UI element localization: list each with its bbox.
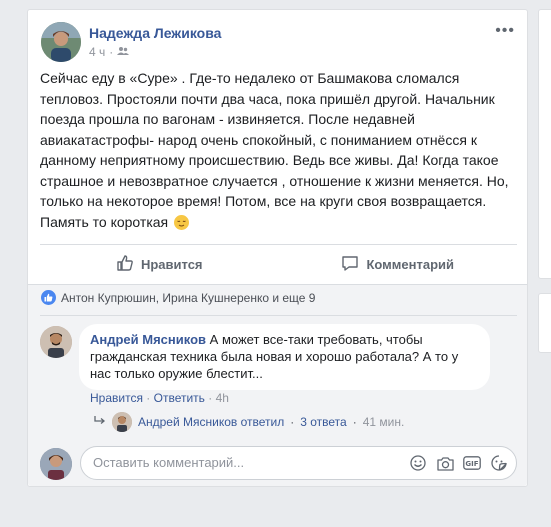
comment-time[interactable]: 4h <box>216 391 229 405</box>
comment-label: Комментарий <box>366 256 455 272</box>
post-author-name[interactable]: Надежда Лежикова <box>89 25 221 41</box>
actions-divider-top <box>40 244 517 245</box>
replies-summary[interactable]: Андрей Мясников ответил · 3 ответа · 41 … <box>94 412 404 432</box>
commenter-avatar[interactable] <box>40 326 72 358</box>
replier-avatar <box>112 412 132 432</box>
right-column-panel <box>538 9 551 279</box>
emoji-icon[interactable] <box>409 454 427 472</box>
replies-time: 41 мин. <box>362 415 405 429</box>
replies-dot-2: · <box>352 415 357 429</box>
camera-icon[interactable] <box>436 454 454 472</box>
post-options-icon[interactable]: ••• <box>495 22 515 40</box>
replies-author-text: Андрей Мясников ответил <box>138 415 285 429</box>
comment-like-link[interactable]: Нравится <box>90 391 143 405</box>
comment-author-name[interactable]: Андрей Мясников <box>90 332 206 347</box>
comment-composer[interactable]: GIF <box>80 446 517 480</box>
reactions-summary[interactable]: Антон Купрюшин, Ирина Кушнеренко и еще 9 <box>41 290 315 305</box>
comment-actions: Нравится · Ответить · 4h <box>90 391 229 405</box>
replies-count: 3 ответа <box>300 415 347 429</box>
friends-privacy-icon[interactable] <box>117 45 130 59</box>
post-actions-bar: Нравится Комментарий <box>40 248 517 280</box>
right-column-panel-2 <box>538 293 551 353</box>
gif-icon[interactable]: GIF <box>463 454 481 472</box>
replies-dot: · <box>290 415 295 429</box>
post-body: Сейчас еду в «Суре» . Где-то недалеко от… <box>40 68 518 232</box>
comment-reply-link[interactable]: Ответить <box>154 391 205 405</box>
comment-actions-dot: · <box>146 391 151 405</box>
post-text: Сейчас еду в «Суре» . Где-то недалеко от… <box>40 70 509 230</box>
reactions-divider <box>40 315 517 316</box>
author-avatar[interactable] <box>41 22 81 62</box>
comment-button[interactable]: Комментарий <box>279 248 518 280</box>
reply-arrow-icon <box>94 415 106 429</box>
composer-icons: GIF <box>409 454 508 472</box>
comment-input[interactable] <box>91 454 395 471</box>
comment-bubble-icon <box>341 254 359 275</box>
reactions-summary-text: Антон Купрюшин, Ирина Кушнеренко и еще 9 <box>61 290 316 305</box>
post-card: Надежда Лежикова 4 ч · ••• Сейчас еду в … <box>27 9 528 487</box>
comment-actions-dot-2: · <box>208 391 213 405</box>
comment-bubble: Андрей Мясников А может все-таки требова… <box>79 324 490 390</box>
current-user-avatar[interactable] <box>40 448 72 480</box>
sticker-icon[interactable] <box>490 454 508 472</box>
like-label: Нравится <box>140 256 203 272</box>
meta-separator: · <box>109 45 114 59</box>
post-meta: 4 ч · <box>89 45 130 59</box>
post-time[interactable]: 4 ч <box>89 45 105 59</box>
like-button[interactable]: Нравится <box>40 248 279 280</box>
thumbs-up-icon <box>116 254 134 275</box>
svg-text:GIF: GIF <box>465 460 478 468</box>
like-reaction-icon <box>41 290 56 305</box>
relieved-emoji-icon <box>174 214 190 230</box>
